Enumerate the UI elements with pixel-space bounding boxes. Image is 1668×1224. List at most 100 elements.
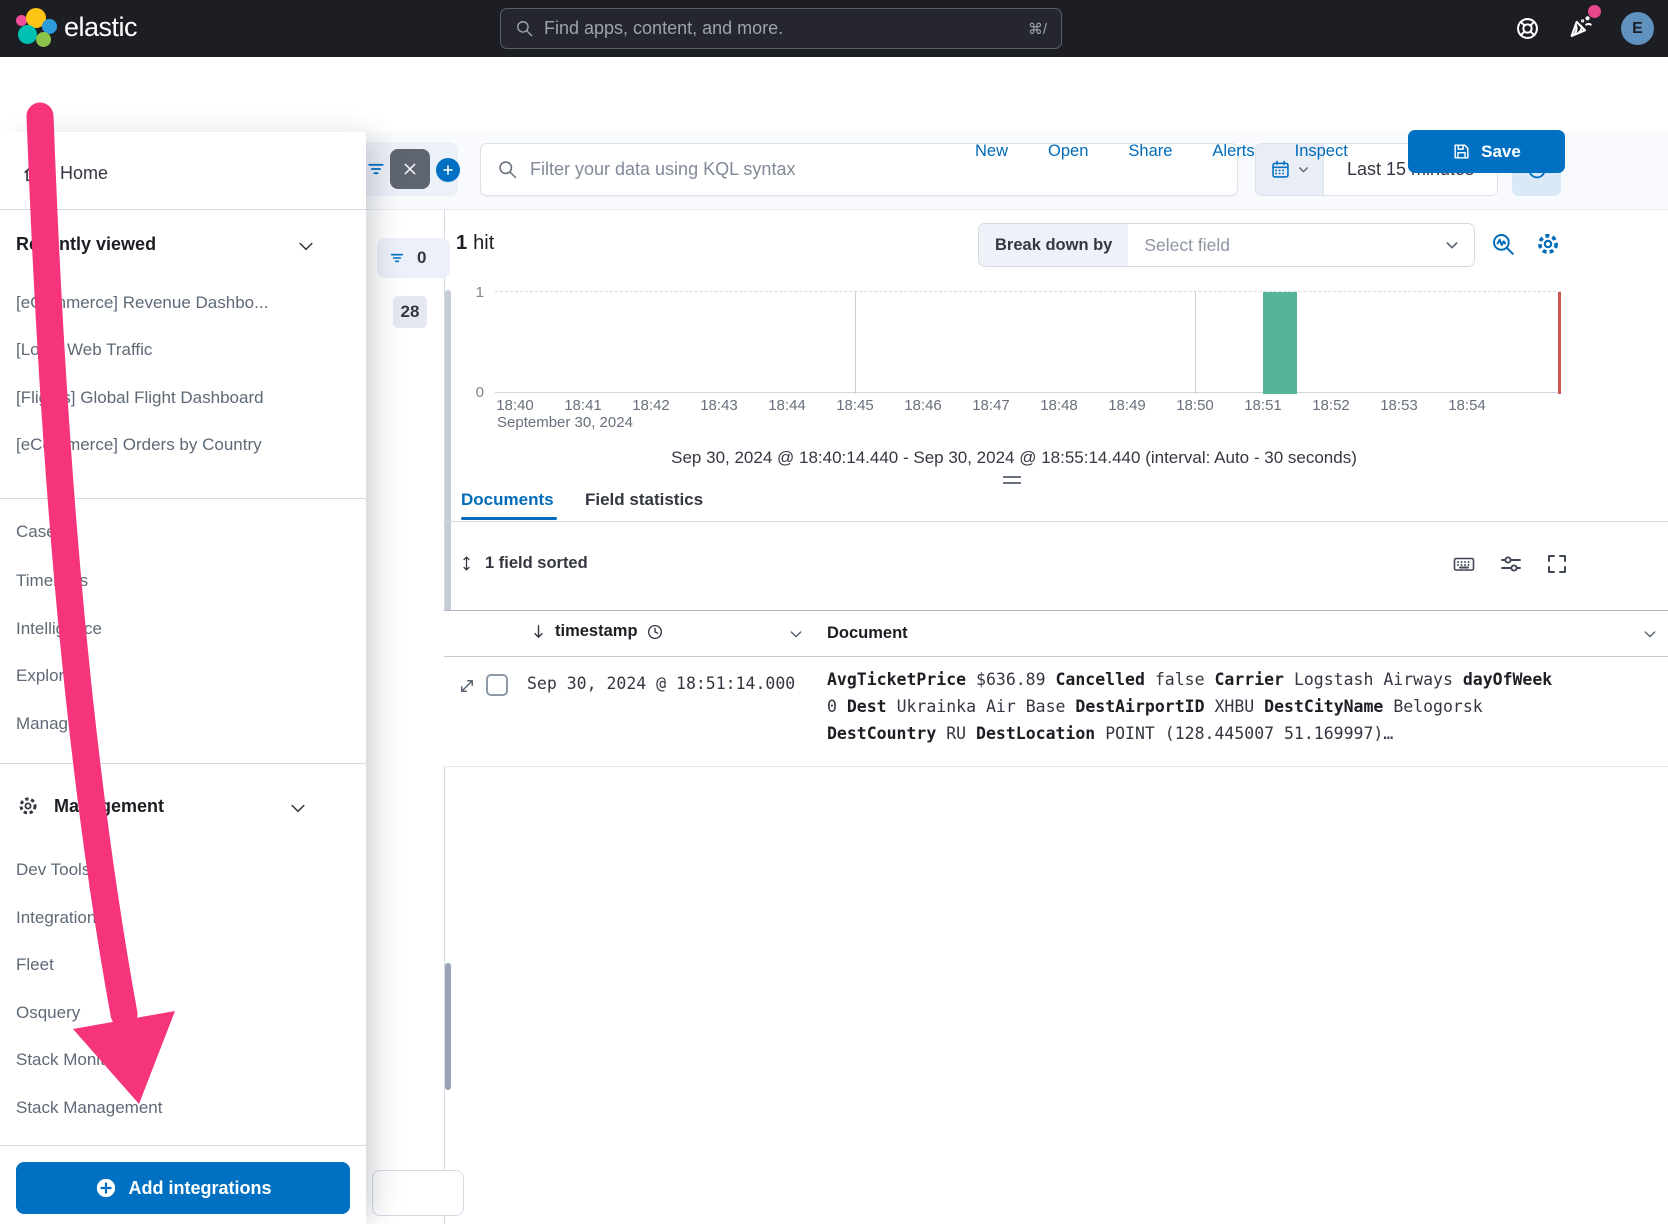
chevron-down-icon[interactable] bbox=[1642, 626, 1658, 642]
chevron-down-icon[interactable] bbox=[788, 626, 804, 642]
histogram-bar-1851[interactable] bbox=[1263, 292, 1297, 394]
row-checkbox[interactable] bbox=[486, 674, 508, 696]
gear-icon bbox=[16, 794, 40, 818]
toolbar-actions: New Open Share Alerts Inspect bbox=[975, 114, 1348, 189]
search-icon bbox=[497, 159, 518, 180]
help-icon[interactable] bbox=[1514, 15, 1541, 42]
breakdown-label: Break down by bbox=[979, 224, 1128, 266]
plus-circle-icon bbox=[95, 1177, 117, 1199]
resize-handle[interactable] bbox=[1003, 476, 1021, 484]
recently-viewed-header[interactable]: Recently viewed bbox=[16, 234, 156, 255]
chevron-down-icon[interactable] bbox=[296, 236, 316, 256]
elastic-discover-screen: elastic ⌘/ E D Discover New Open Share A… bbox=[0, 0, 1668, 1224]
histogram-plot[interactable] bbox=[495, 291, 1561, 393]
open-button[interactable]: Open bbox=[1048, 142, 1088, 161]
nav-item-osquery[interactable]: Osquery bbox=[16, 1003, 80, 1023]
news-feed-button[interactable] bbox=[1567, 12, 1595, 45]
nav-scrollbar[interactable] bbox=[445, 963, 451, 1090]
display-options-icon[interactable] bbox=[1499, 552, 1523, 579]
close-icon[interactable] bbox=[390, 149, 430, 189]
filter-icon bbox=[389, 250, 405, 266]
add-integrations-button[interactable]: Add integrations bbox=[16, 1162, 350, 1214]
inspect-button[interactable]: Inspect bbox=[1295, 142, 1348, 161]
document-count-badge: 28 bbox=[393, 296, 427, 328]
nav-item-stack-management[interactable]: Stack Management bbox=[16, 1098, 162, 1118]
breakdown-placeholder[interactable]: Select field bbox=[1128, 224, 1444, 266]
save-button[interactable]: Save bbox=[1408, 130, 1565, 173]
nav-item-recent-1[interactable]: [Logs] Web Traffic bbox=[16, 340, 152, 360]
gridline-1845 bbox=[855, 292, 856, 394]
alerts-button[interactable]: Alerts bbox=[1212, 142, 1254, 161]
search-shortcut: ⌘/ bbox=[1028, 20, 1047, 38]
user-avatar[interactable]: E bbox=[1621, 12, 1654, 45]
gridline-1850 bbox=[1195, 292, 1196, 394]
search-icon bbox=[515, 19, 534, 38]
add-filter-button[interactable] bbox=[436, 158, 460, 182]
current-time-marker bbox=[1558, 292, 1561, 394]
sort-summary[interactable]: 1 field sorted bbox=[458, 554, 588, 573]
nav-item-dev-tools[interactable]: Dev Tools bbox=[16, 860, 90, 880]
x-tick: 18:41 bbox=[551, 397, 615, 414]
x-tick: 18:47 bbox=[959, 397, 1023, 414]
global-header: elastic ⌘/ E bbox=[0, 0, 1668, 57]
x-tick: 18:44 bbox=[755, 397, 819, 414]
filter-icon bbox=[366, 159, 386, 179]
chevron-down-icon[interactable] bbox=[288, 798, 308, 818]
sort-desc-arrow-icon bbox=[530, 623, 547, 640]
nav-item-timelines[interactable]: Timelines bbox=[16, 571, 88, 591]
time-interval-caption: Sep 30, 2024 @ 18:40:14.440 - Sep 30, 20… bbox=[444, 448, 1584, 468]
field-filter-count[interactable]: 0 bbox=[377, 238, 450, 278]
x-tick: 18:48 bbox=[1027, 397, 1091, 414]
global-search-input[interactable] bbox=[544, 18, 1028, 39]
breakdown-select[interactable]: Break down by Select field bbox=[978, 223, 1475, 267]
x-tick: 18:52 bbox=[1299, 397, 1363, 414]
nav-item-cases[interactable]: Cases bbox=[16, 522, 64, 542]
x-tick: 18:42 bbox=[619, 397, 683, 414]
y-axis-tick-min: 0 bbox=[452, 384, 484, 401]
nav-item-recent-2[interactable]: [Flights] Global Flight Dashboard bbox=[16, 388, 264, 408]
keyboard-shortcuts-icon[interactable] bbox=[1452, 552, 1476, 579]
new-button[interactable]: New bbox=[975, 142, 1008, 161]
nav-item-recent-0[interactable]: [eCommerce] Revenue Dashbo... bbox=[16, 293, 268, 313]
nav-item-home[interactable]: Home bbox=[0, 150, 366, 196]
tab-field-statistics[interactable]: Field statistics bbox=[585, 490, 703, 510]
x-axis-date-label: September 30, 2024 bbox=[497, 414, 633, 431]
x-tick: 18:50 bbox=[1163, 397, 1227, 414]
x-tick: 18:54 bbox=[1435, 397, 1499, 414]
nav-item-integrations[interactable]: Integrations bbox=[16, 908, 105, 928]
save-icon bbox=[1452, 142, 1471, 161]
chart-options-icon[interactable] bbox=[1490, 231, 1516, 260]
x-tick: 18:53 bbox=[1367, 397, 1431, 414]
navigation-flyout: Home Recently viewed [eCommerce] Revenue… bbox=[0, 132, 366, 1224]
fullscreen-icon[interactable] bbox=[1545, 552, 1569, 579]
nav-item-recent-3[interactable]: [eCommerce] Orders by Country bbox=[16, 435, 262, 455]
table-row[interactable]: Sep 30, 2024 @ 18:51:14.000 AvgTicketPri… bbox=[444, 657, 1668, 767]
chevron-down-icon bbox=[1444, 237, 1460, 253]
nav-item-intelligence[interactable]: Intelligence bbox=[16, 619, 102, 639]
nav-item-explore[interactable]: Explore bbox=[16, 666, 74, 686]
global-search[interactable]: ⌘/ bbox=[500, 8, 1062, 49]
brand-name: elastic bbox=[64, 12, 137, 43]
x-tick: 18:49 bbox=[1095, 397, 1159, 414]
grid-header: timestamp Document bbox=[444, 611, 1668, 656]
management-section-header[interactable]: Management bbox=[16, 794, 164, 818]
nav-item-stack-monitoring[interactable]: Stack Monitoring bbox=[16, 1050, 143, 1070]
x-tick: 18:43 bbox=[687, 397, 751, 414]
nav-item-fleet[interactable]: Fleet bbox=[16, 955, 54, 975]
column-header-timestamp[interactable]: timestamp bbox=[530, 622, 664, 641]
expand-document-icon[interactable] bbox=[458, 677, 476, 698]
row-document-summary: AvgTicketPrice $636.89 Cancelled false C… bbox=[827, 666, 1564, 747]
filter-controls bbox=[352, 142, 458, 196]
histogram-settings-gear-icon[interactable] bbox=[1534, 230, 1562, 261]
partially-hidden-control bbox=[372, 1170, 464, 1216]
active-tab-underline bbox=[461, 517, 557, 520]
row-timestamp: Sep 30, 2024 @ 18:51:14.000 bbox=[527, 674, 795, 693]
column-header-document[interactable]: Document bbox=[827, 624, 908, 643]
nav-item-manage[interactable]: Manage bbox=[16, 714, 77, 734]
share-button[interactable]: Share bbox=[1128, 142, 1172, 161]
x-tick: 18:46 bbox=[891, 397, 955, 414]
home-icon bbox=[22, 162, 44, 184]
sort-updown-icon bbox=[458, 555, 475, 572]
x-tick: 18:51 bbox=[1231, 397, 1295, 414]
tab-documents[interactable]: Documents bbox=[461, 490, 554, 510]
